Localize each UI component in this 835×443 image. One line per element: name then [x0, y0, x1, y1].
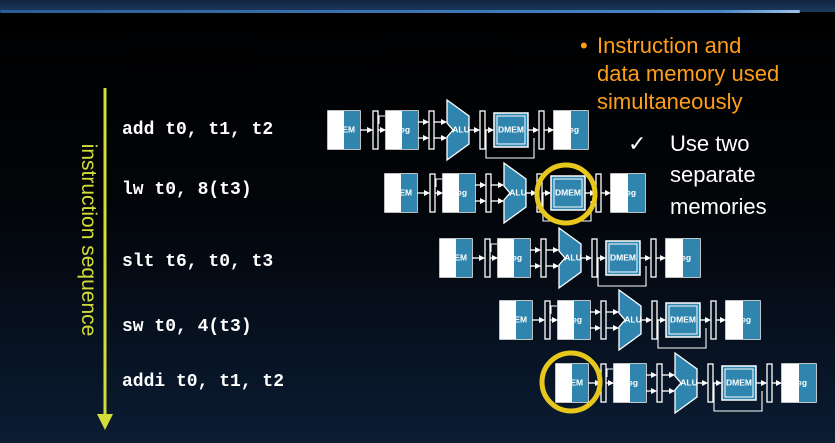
reg-label: Reg: [394, 124, 410, 134]
pipeline-register: [591, 238, 598, 278]
bullet-icon: •: [580, 33, 588, 58]
alu-label: ALU: [680, 377, 697, 387]
imem-label: IMEM: [561, 377, 583, 387]
reg-label: Reg: [735, 314, 751, 324]
dmem-label: DMEM: [610, 252, 636, 262]
alu-label: ALU: [564, 252, 581, 262]
pipeline-register: [650, 238, 657, 278]
imem-label: IMEM: [505, 314, 527, 324]
reg-label: Reg: [451, 187, 467, 197]
imem-label: IMEM: [333, 124, 355, 134]
pipeline-register: [766, 363, 773, 403]
reg-label: Reg: [506, 252, 522, 262]
subnote-line-3: memories: [670, 194, 767, 219]
pipeline-register: [707, 363, 714, 403]
reg-label: Reg: [566, 314, 582, 324]
instruction-slt: slt t6, t0, t3: [122, 252, 274, 272]
reg-label: Reg: [622, 377, 638, 387]
pipeline-register: [428, 110, 435, 150]
pipeline-row-1: IMEM Reg ALU DMEM Reg: [327, 98, 589, 162]
pipeline-register: [656, 363, 663, 403]
check-icon: ✓: [628, 131, 647, 156]
pipeline-register: [429, 173, 436, 213]
note-line-2: data memory used: [597, 61, 780, 86]
pipeline-register: [651, 300, 658, 340]
reg-label: Reg: [675, 252, 691, 262]
pipeline-row-2: IMEM Reg ALU DMEM Reg: [384, 161, 646, 225]
imem-label: IMEM: [390, 187, 412, 197]
instruction-sequence-label: instruction sequence: [77, 143, 100, 337]
pipeline-register: [540, 238, 547, 278]
slide: IMEM Reg ALU DMEM Reg IMEM Reg ALU DMEM Reg IMEM Re…: [0, 0, 835, 443]
imem-label: IMEM: [445, 252, 467, 262]
pipeline-register: [484, 238, 491, 278]
subnote-line-1: Use two: [670, 131, 750, 156]
instruction-lw: lw t0, 8(t3): [122, 180, 252, 200]
alu-label: ALU: [509, 187, 526, 197]
dmem-label: DMEM: [726, 377, 752, 387]
dmem-label: DMEM: [555, 187, 581, 197]
dmem-label: DMEM: [670, 314, 696, 324]
instruction-addi: addi t0, t1, t2: [122, 372, 285, 392]
note-line-3: simultaneously: [597, 89, 743, 114]
reg-label: Reg: [563, 124, 579, 134]
instruction-add: add t0, t1, t2: [122, 120, 274, 140]
pipeline-register: [372, 110, 379, 150]
alu-label: ALU: [624, 314, 641, 324]
alu-label: ALU: [452, 124, 469, 134]
subnote-line-2: separate: [670, 162, 756, 187]
pipeline-register: [600, 300, 607, 340]
reg-label: Reg: [620, 187, 636, 197]
pipeline-register: [544, 300, 551, 340]
reg-label: Reg: [791, 377, 807, 387]
pipeline-row-3: IMEM Reg ALU DMEM Reg: [439, 226, 701, 290]
pipeline-register: [479, 110, 486, 150]
pipeline-register: [710, 300, 717, 340]
pipeline-register: [538, 110, 545, 150]
pipeline-register: [485, 173, 492, 213]
dmem-label: DMEM: [498, 124, 524, 134]
pipeline-row-4: IMEM Reg ALU DMEM Reg: [499, 288, 761, 352]
instruction-sw: sw t0, 4(t3): [122, 317, 252, 337]
note-line-1: Instruction and: [597, 33, 742, 58]
